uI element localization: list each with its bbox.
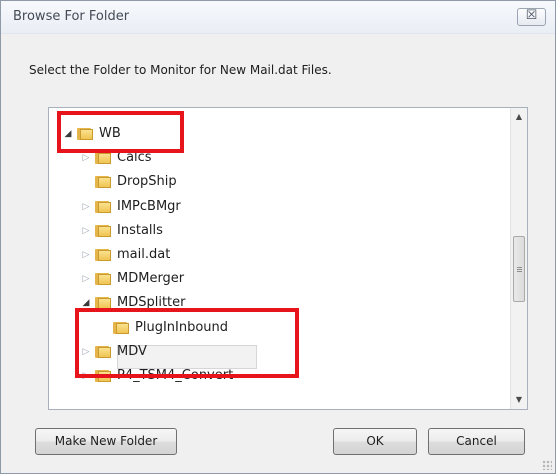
scroll-up-arrow[interactable]: ▲ — [511, 108, 527, 125]
cancel-button[interactable]: Cancel — [428, 428, 525, 455]
highlight-box-wb — [57, 111, 184, 153]
tree-item[interactable]: DropShip — [49, 170, 509, 194]
folder-icon — [95, 175, 111, 188]
close-icon: ☒ — [525, 8, 538, 23]
title-bar: Browse For Folder ☒ — [1, 1, 555, 34]
highlight-box-mdsplitter — [75, 308, 299, 378]
tree-item-label: mail.dat — [117, 247, 171, 262]
scroll-down-arrow[interactable]: ▼ — [511, 391, 527, 408]
window-title: Browse For Folder — [13, 9, 130, 24]
tree-item-label: Installs — [117, 223, 163, 238]
tree-item-label: MDMerger — [117, 271, 185, 286]
folder-icon — [95, 200, 111, 213]
instruction-text: Select the Folder to Monitor for New Mai… — [29, 63, 332, 77]
tree-item[interactable]: ▷ MDMerger — [49, 267, 509, 291]
folder-icon — [95, 272, 111, 285]
tree-item[interactable]: ▷ mail.dat — [49, 243, 509, 267]
collapsed-arrow-icon[interactable]: ▷ — [81, 243, 91, 267]
folder-icon — [95, 248, 111, 261]
vertical-scrollbar[interactable]: ▲ ▼ — [510, 108, 527, 409]
collapsed-arrow-icon[interactable]: ▷ — [81, 195, 91, 219]
resize-grip-icon[interactable] — [542, 460, 552, 470]
collapsed-arrow-icon[interactable]: ▷ — [81, 219, 91, 243]
browse-for-folder-dialog: Browse For Folder ☒ Select the Folder to… — [0, 0, 556, 474]
ok-button[interactable]: OK — [333, 428, 417, 455]
scroll-thumb[interactable] — [513, 236, 525, 302]
tree-item-label: IMPcBMgr — [117, 199, 181, 214]
tree-item-label: DropShip — [117, 174, 177, 189]
tree-item[interactable]: ▷ IMPcBMgr — [49, 195, 509, 219]
make-new-folder-button[interactable]: Make New Folder — [35, 428, 177, 455]
folder-icon — [95, 224, 111, 237]
tree-item[interactable]: ▷ Installs — [49, 219, 509, 243]
collapsed-arrow-icon[interactable]: ▷ — [81, 267, 91, 291]
close-button[interactable]: ☒ — [517, 8, 546, 26]
scroll-grip-icon — [517, 267, 522, 268]
